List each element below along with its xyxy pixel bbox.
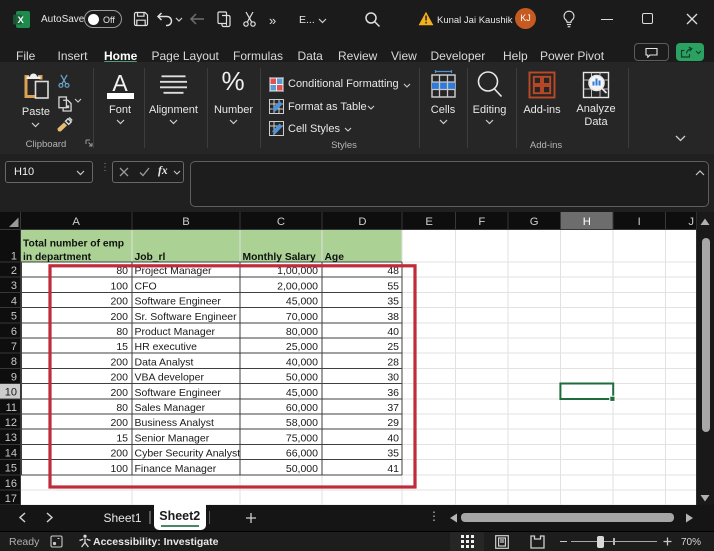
svg-text:10: 10 — [5, 387, 17, 399]
svg-text:E: E — [425, 216, 433, 228]
svg-text:in department: in department — [23, 252, 92, 263]
svg-text:75,000: 75,000 — [286, 432, 318, 444]
svg-text:200: 200 — [110, 296, 128, 308]
svg-text:Product Manager: Product Manager — [135, 326, 216, 338]
svg-text:2,00,000: 2,00,000 — [277, 280, 318, 292]
svg-text:200: 200 — [110, 448, 128, 460]
svg-text:40,000: 40,000 — [286, 356, 318, 368]
svg-text:200: 200 — [110, 387, 128, 399]
svg-text:12: 12 — [5, 417, 17, 429]
svg-text:200: 200 — [110, 372, 128, 384]
svg-text:45,000: 45,000 — [286, 296, 318, 308]
svg-text:66,000: 66,000 — [286, 448, 318, 460]
svg-text:HR executive: HR executive — [135, 341, 198, 353]
svg-text:41: 41 — [387, 463, 399, 475]
svg-text:200: 200 — [110, 311, 128, 323]
svg-text:2: 2 — [11, 265, 17, 277]
svg-text:55: 55 — [387, 280, 399, 292]
svg-text:9: 9 — [11, 371, 17, 383]
svg-text:Job_rl: Job_rl — [135, 252, 166, 263]
svg-text:17: 17 — [5, 493, 17, 505]
svg-text:58,000: 58,000 — [286, 417, 318, 429]
svg-text:Monthly Salary: Monthly Salary — [243, 252, 317, 263]
svg-text:40: 40 — [387, 326, 399, 338]
svg-text:15: 15 — [116, 341, 128, 353]
svg-text:Software Engineer: Software Engineer — [135, 296, 222, 308]
svg-text:40: 40 — [387, 432, 399, 444]
svg-text:60,000: 60,000 — [286, 402, 318, 414]
svg-text:36: 36 — [387, 387, 399, 399]
svg-text:X: X — [18, 15, 25, 26]
svg-text:4: 4 — [11, 295, 17, 307]
svg-text:200: 200 — [110, 417, 128, 429]
svg-text:A: A — [72, 216, 80, 228]
svg-text:28: 28 — [387, 356, 399, 368]
svg-text:6: 6 — [11, 326, 17, 338]
svg-text:13: 13 — [5, 432, 17, 444]
svg-text:100: 100 — [110, 463, 128, 475]
svg-text:30: 30 — [387, 372, 399, 384]
svg-text:Data Analyst: Data Analyst — [135, 356, 194, 368]
svg-text:1: 1 — [11, 251, 17, 263]
svg-text:Software Engineer: Software Engineer — [135, 387, 222, 399]
svg-text:Total number of emp: Total number of emp — [23, 239, 124, 250]
svg-text:80,000: 80,000 — [286, 326, 318, 338]
svg-text:15: 15 — [5, 463, 17, 475]
svg-text:Finance Manager: Finance Manager — [135, 463, 217, 475]
svg-text:70,000: 70,000 — [286, 311, 318, 323]
svg-text:J: J — [688, 216, 694, 228]
svg-text:7: 7 — [11, 341, 17, 353]
svg-text:3: 3 — [11, 280, 17, 292]
svg-text:D: D — [358, 216, 366, 228]
svg-text:100: 100 — [110, 280, 128, 292]
svg-text:45,000: 45,000 — [286, 387, 318, 399]
svg-text:Sr. Software Engineer: Sr. Software Engineer — [135, 311, 238, 323]
svg-text:14: 14 — [5, 447, 17, 459]
svg-text:37: 37 — [387, 402, 399, 414]
svg-text:35: 35 — [387, 448, 399, 460]
svg-text:CFO: CFO — [135, 280, 157, 292]
svg-text:80: 80 — [116, 402, 128, 414]
svg-text:25: 25 — [387, 341, 399, 353]
svg-text:15: 15 — [116, 432, 128, 444]
svg-text:11: 11 — [6, 402, 17, 414]
svg-text:Cyber Security Analyst: Cyber Security Analyst — [135, 448, 241, 460]
svg-text:G: G — [530, 216, 539, 228]
svg-text:F: F — [478, 216, 485, 228]
svg-text:Sales Manager: Sales Manager — [135, 402, 206, 414]
svg-text:Senior Manager: Senior Manager — [135, 432, 210, 444]
svg-text:25,000: 25,000 — [286, 341, 318, 353]
svg-text:38: 38 — [387, 311, 399, 323]
svg-text:B: B — [182, 216, 190, 228]
svg-text:35: 35 — [387, 296, 399, 308]
svg-text:29: 29 — [387, 417, 399, 429]
svg-text:8: 8 — [11, 356, 17, 368]
svg-text:VBA developer: VBA developer — [135, 372, 205, 384]
svg-text:50,000: 50,000 — [286, 463, 318, 475]
svg-text:C: C — [277, 216, 285, 228]
svg-text:Age: Age — [325, 252, 345, 263]
svg-text:I: I — [638, 216, 641, 228]
svg-text:H: H — [583, 216, 591, 228]
svg-text:80: 80 — [116, 326, 128, 338]
svg-text:50,000: 50,000 — [286, 372, 318, 384]
svg-text:Business Analyst: Business Analyst — [135, 417, 214, 429]
svg-text:16: 16 — [5, 478, 17, 490]
svg-text:5: 5 — [11, 311, 17, 323]
svg-text:200: 200 — [110, 356, 128, 368]
